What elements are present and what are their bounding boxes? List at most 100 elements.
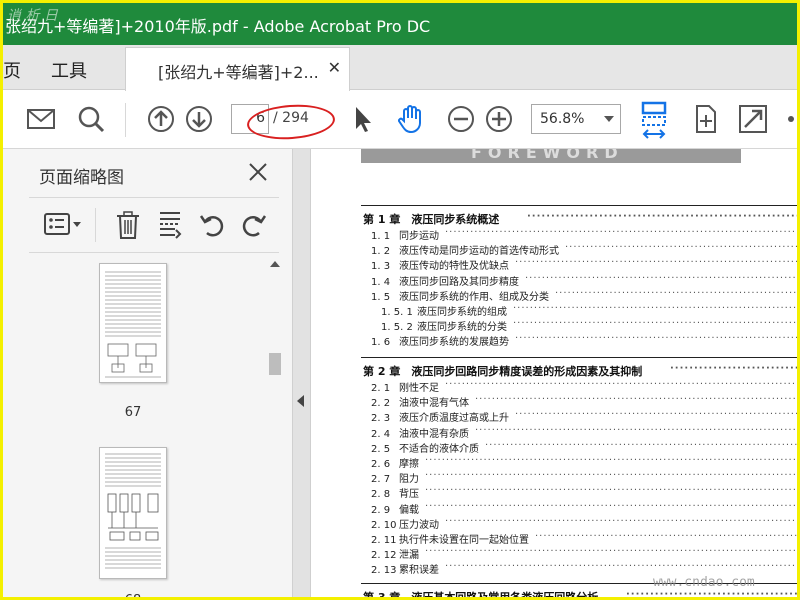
zoom-value: 56.8% bbox=[540, 111, 585, 127]
previous-page-icon[interactable] bbox=[145, 103, 177, 135]
close-icon[interactable] bbox=[247, 161, 269, 183]
toc-entry[interactable]: 2. 5 不适合的液体介质 ····························… bbox=[371, 440, 797, 455]
page-thumbnail[interactable] bbox=[99, 447, 167, 579]
watermark-bottom-right: www.cndao.com bbox=[653, 575, 755, 590]
toc-entry-number: 2. 2 bbox=[371, 398, 391, 410]
next-page-icon[interactable] bbox=[183, 103, 215, 135]
toc-entry-title: 执行件未设置在同一起始位置 bbox=[399, 535, 529, 546]
thumbnail-scrollbar[interactable] bbox=[267, 257, 283, 597]
toc-entry[interactable]: 1. 4 液压同步回路及其同步精度 ························… bbox=[371, 273, 797, 288]
chapter-divider bbox=[361, 205, 797, 206]
toc-entry[interactable]: 2. 8 背压 ··································… bbox=[371, 485, 797, 500]
leader-dots: ········································… bbox=[445, 227, 797, 238]
hand-tool-icon[interactable] bbox=[395, 103, 427, 135]
toc-entry[interactable]: 1. 5. 2 液压同步系统的分类 ························… bbox=[381, 318, 797, 333]
toc-entry-title: 液压同步系统的作用、组成及分类 bbox=[399, 291, 549, 303]
toc-entry-number: 1. 1 bbox=[371, 231, 391, 242]
mail-icon[interactable] bbox=[25, 103, 57, 135]
toc-entry[interactable]: 1. 5. 1 液压同步系统的组成 ························… bbox=[381, 303, 797, 318]
toc-entry-title: 油液中混有气体 bbox=[399, 398, 469, 410]
chapter-heading[interactable]: 第 1 章 液压同步系统概述 ··························… bbox=[363, 211, 797, 227]
options-menu-icon[interactable] bbox=[43, 210, 83, 240]
toc-entry-number: 2. 7 bbox=[371, 474, 391, 486]
toc-entry-number: 2. 12 bbox=[371, 550, 397, 562]
toc-entry-title: 不适合的液体介质 bbox=[399, 443, 479, 455]
thumbnail-list: 67 bbox=[29, 255, 279, 597]
title-bar: 张绍九+等编著]+2010年版.pdf - Adobe Acrobat Pro … bbox=[3, 3, 797, 45]
chapter-heading[interactable]: 第 3 章 液压基本回路及常用各类液压回路分析 ·················… bbox=[363, 589, 797, 597]
thumbnail-page-number: 68 bbox=[99, 593, 167, 597]
toc-entry[interactable]: 2. 11 执行件未设置在同一起始位置 ······················… bbox=[371, 531, 797, 546]
chapter-heading[interactable]: 第 2 章 液压同步回路同步精度误差的形成因素及其抑制 ·············… bbox=[363, 363, 797, 379]
toolbar: 6 / 294 56.8% bbox=[3, 91, 797, 149]
fit-width-icon[interactable] bbox=[639, 101, 669, 141]
toc-entry-number: 2. 8 bbox=[371, 489, 391, 501]
leader-dots: ········································… bbox=[425, 485, 797, 497]
toc-entry-title: 背压 bbox=[399, 489, 419, 501]
tab-tools[interactable]: 工具 bbox=[51, 57, 87, 83]
tab-document[interactable]: [张绍九+等编著]+2... ✕ bbox=[125, 47, 350, 91]
zoom-out-icon[interactable] bbox=[445, 103, 477, 135]
leader-dots: ········································… bbox=[425, 470, 797, 482]
toc-entry[interactable]: 2. 10 压力波动 ·······························… bbox=[371, 516, 797, 531]
thumbnail-preview bbox=[105, 271, 161, 378]
toc-entry[interactable]: 2. 6 摩擦 ··································… bbox=[371, 455, 797, 470]
toc-entry[interactable]: 1. 2 液压传动是同步运动的首选传动形式 ····················… bbox=[371, 242, 797, 257]
leader-dots: ········································… bbox=[425, 500, 797, 512]
zoom-dropdown[interactable]: 56.8% bbox=[531, 104, 621, 134]
scrollbar-thumb[interactable] bbox=[269, 353, 281, 375]
toc-entry[interactable]: 2. 3 液压介质温度过高或上升 ·························… bbox=[371, 409, 797, 424]
toc-entry-title: 偏载 bbox=[399, 504, 419, 516]
page-thumbnail[interactable] bbox=[99, 263, 167, 383]
toc-entry-title: 油液中混有杂质 bbox=[399, 428, 469, 440]
toc-entry[interactable]: 2. 2 油液中混有气体 ·····························… bbox=[371, 394, 797, 409]
leader-dots: ········································… bbox=[513, 318, 797, 330]
leader-dots: ········································… bbox=[670, 363, 797, 374]
toc-entry[interactable]: 2. 7 阻力 ··································… bbox=[371, 470, 797, 485]
rotate-page-icon[interactable] bbox=[689, 103, 721, 135]
scroll-up-icon[interactable] bbox=[270, 261, 280, 267]
search-icon[interactable] bbox=[75, 103, 107, 135]
tab-home[interactable]: 页 bbox=[3, 57, 21, 83]
toc-entry[interactable]: 1. 6 液压同步系统的发展趋势 ·························… bbox=[371, 333, 797, 348]
toc-entry[interactable]: 2. 1 刚性不足 ································… bbox=[371, 379, 797, 394]
panel-collapse-handle[interactable] bbox=[293, 149, 311, 597]
toc-entry-title: 液压同步系统的发展趋势 bbox=[399, 337, 509, 349]
leader-dots: ········································… bbox=[626, 589, 797, 597]
page-thumbnails-panel: 页面缩略图 67 bbox=[3, 149, 293, 597]
acrobat-window: 张绍九+等编著]+2010年版.pdf - Adobe Acrobat Pro … bbox=[3, 3, 797, 597]
leader-dots: ········································… bbox=[475, 424, 797, 436]
toc-entry[interactable]: 1. 3 液压传动的特性及优缺点 ·························… bbox=[371, 257, 797, 272]
toc-entry-number: 1. 3 bbox=[371, 261, 391, 273]
close-tab-icon[interactable]: ✕ bbox=[328, 58, 341, 77]
toc-entry-number: 2. 10 bbox=[371, 519, 397, 531]
toc-entry-number: 1. 5. 2 bbox=[381, 322, 413, 334]
zoom-in-icon[interactable] bbox=[483, 103, 515, 135]
chapter-divider bbox=[361, 357, 797, 358]
toc-entry-number: 2. 4 bbox=[371, 428, 391, 440]
select-cursor-icon[interactable] bbox=[347, 103, 379, 135]
chapter-heading-text: 第 1 章 液压同步系统概述 bbox=[363, 213, 500, 226]
delete-page-icon[interactable] bbox=[113, 210, 143, 240]
toc-entry[interactable]: 2. 9 偏载 ··································… bbox=[371, 501, 797, 516]
toc-entry-number: 1. 2 bbox=[371, 246, 391, 258]
leader-dots: ········································… bbox=[515, 257, 797, 269]
toc-entry-title: 摩擦 bbox=[399, 459, 419, 470]
leader-dots: ········································… bbox=[485, 439, 797, 451]
toc-entry[interactable]: 1. 5 液压同步系统的作用、组成及分类 ·····················… bbox=[371, 288, 797, 303]
extract-page-icon[interactable] bbox=[155, 210, 185, 240]
full-screen-icon[interactable] bbox=[737, 103, 769, 135]
more-tools-icon[interactable] bbox=[779, 103, 797, 135]
toc-entry[interactable]: 2. 12 泄漏 ·································… bbox=[371, 546, 797, 561]
toc-entry[interactable]: 2. 4 油液中混有杂质 ·····························… bbox=[371, 425, 797, 440]
toc-entry[interactable]: 1. 1 同步运动 ································… bbox=[371, 227, 797, 242]
leader-dots: ········································… bbox=[475, 394, 797, 406]
toc-entry-number: 2. 9 bbox=[371, 504, 391, 516]
toc-entry-title: 同步运动 bbox=[399, 231, 439, 242]
toc-entry-title: 液压同步系统的分类 bbox=[417, 322, 507, 334]
toc-entry-title: 阻力 bbox=[399, 474, 419, 486]
rotate-clockwise-icon[interactable] bbox=[239, 210, 269, 240]
rotate-counterclockwise-icon[interactable] bbox=[197, 210, 227, 240]
leader-dots: ········································… bbox=[565, 242, 797, 254]
leader-dots: ········································… bbox=[445, 515, 797, 527]
